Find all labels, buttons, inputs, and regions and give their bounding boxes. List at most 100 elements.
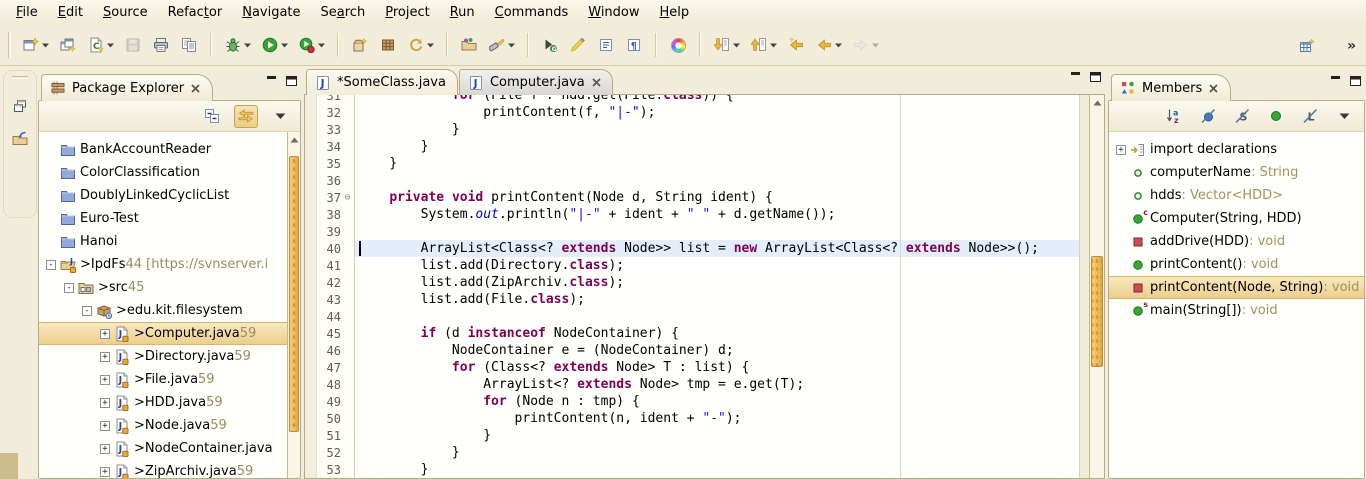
dropdown-arrow-icon[interactable] <box>244 43 251 48</box>
expand-icon[interactable]: + <box>100 375 110 385</box>
expander[interactable]: + <box>97 352 113 362</box>
code-line[interactable]: } <box>355 121 1079 138</box>
open-resource-button[interactable] <box>457 34 481 57</box>
dropdown-arrow-icon[interactable] <box>318 43 325 48</box>
members-hide-local-button[interactable]: L <box>1298 105 1322 128</box>
dropdown-arrow-icon[interactable] <box>770 43 777 48</box>
tree-item[interactable]: +J> Node.java 59 <box>39 414 287 437</box>
next-annotation-button[interactable] <box>710 34 743 57</box>
expander[interactable]: + <box>97 467 113 477</box>
expander[interactable]: - <box>61 283 77 293</box>
members-view-menu-button[interactable] <box>1332 105 1356 128</box>
code-line[interactable]: printContent(n, ident + "-"); <box>355 410 1079 427</box>
menu-source[interactable]: Source <box>93 2 158 23</box>
expand-icon[interactable]: + <box>100 467 110 477</box>
expander[interactable]: + <box>97 444 113 454</box>
code-line[interactable] <box>355 172 1079 189</box>
expander[interactable]: + <box>97 398 113 408</box>
members-show-nonpublic-button[interactable] <box>1264 105 1288 128</box>
expand-icon[interactable]: + <box>100 444 110 454</box>
menu-navigate[interactable]: Navigate <box>232 2 310 23</box>
editor-tab[interactable]: JComputer.java <box>459 69 613 95</box>
expander[interactable]: - <box>79 306 95 316</box>
code-line[interactable]: printContent(f, "|-"); <box>355 104 1079 121</box>
minimize-icon[interactable] <box>267 76 277 86</box>
member-item[interactable]: +import declarations <box>1109 138 1364 161</box>
dropdown-arrow-icon[interactable] <box>872 43 879 48</box>
tree-item[interactable]: ColorClassification <box>39 161 287 184</box>
package-explorer-scrollbar[interactable] <box>287 132 300 478</box>
dropdown-arrow-icon[interactable] <box>508 43 515 48</box>
scrollbar-thumb[interactable] <box>289 156 299 432</box>
expand-icon[interactable]: + <box>100 398 110 408</box>
restore-panes-button[interactable] <box>9 95 31 116</box>
new-table-button[interactable] <box>1295 34 1319 57</box>
build-button[interactable] <box>177 34 201 57</box>
code-line[interactable]: } <box>355 427 1079 444</box>
code-line[interactable]: NodeContainer e = (NodeContainer) d; <box>355 342 1079 359</box>
menu-help[interactable]: Help <box>650 2 700 23</box>
expander[interactable]: + <box>97 375 113 385</box>
tree-item[interactable]: DoublyLinkedCyclicList <box>39 184 287 207</box>
menu-commands[interactable]: Commands <box>485 2 579 23</box>
maximize-icon[interactable] <box>1090 72 1101 82</box>
code-line[interactable]: } <box>355 444 1079 461</box>
new-java-project-button[interactable] <box>56 34 80 57</box>
show-whitespace-button[interactable]: ¶ <box>622 34 646 57</box>
code-area[interactable]: for (File f : hdd.get(File.class)) { pri… <box>355 95 1079 478</box>
member-item[interactable]: addDrive(HDD) : void <box>1109 230 1364 253</box>
pe-collapse-all-button[interactable] <box>200 105 224 128</box>
expand-icon[interactable]: + <box>1116 145 1126 155</box>
scrollbar-thumb[interactable] <box>1091 256 1103 367</box>
debug-button[interactable] <box>221 34 254 57</box>
back-button[interactable] <box>812 34 845 57</box>
menu-search[interactable]: Search <box>311 2 376 23</box>
code-line[interactable]: for (Class<? extends Node> T : list) { <box>355 359 1079 376</box>
expand-icon[interactable]: + <box>100 352 110 362</box>
close-icon[interactable] <box>191 84 200 93</box>
tree-item[interactable]: +J> Directory.java 59 <box>39 345 287 368</box>
toolbar-drag-handle[interactable] <box>8 32 11 58</box>
tree-item[interactable]: +J> NodeContainer.java <box>39 437 287 460</box>
pe-view-menu-button[interactable] <box>268 105 292 128</box>
collapse-icon[interactable]: - <box>64 283 74 293</box>
expander[interactable]: + <box>1113 145 1129 155</box>
tree-item[interactable]: +J> File.java 59 <box>39 368 287 391</box>
dropdown-arrow-icon[interactable] <box>835 43 842 48</box>
expand-icon[interactable]: + <box>100 329 110 339</box>
pe-link-editor-button[interactable] <box>234 105 258 128</box>
member-item[interactable]: hdds : Vector<HDD> <box>1109 184 1364 207</box>
dropdown-arrow-icon[interactable] <box>42 43 49 48</box>
toolbar-overflow-chevron[interactable]: » <box>1347 38 1356 54</box>
expander[interactable]: + <box>97 421 113 431</box>
code-line[interactable]: } <box>355 138 1079 155</box>
code-line[interactable] <box>355 223 1079 240</box>
show-source-button[interactable] <box>594 34 618 57</box>
fold-marker-icon[interactable]: ⊖ <box>341 192 354 203</box>
member-item[interactable]: printContent() : void <box>1109 253 1364 276</box>
code-line[interactable]: for (File f : hdd.get(File.class)) { <box>355 95 1079 104</box>
dropdown-arrow-icon[interactable] <box>733 43 740 48</box>
code-line[interactable]: list.add(Directory.class); <box>355 257 1079 274</box>
color-palette-button[interactable] <box>666 34 690 57</box>
new-junit-test-button[interactable] <box>376 34 400 57</box>
members-tab[interactable]: Members <box>1111 74 1231 101</box>
code-line[interactable]: for (Node n : tmp) { <box>355 393 1079 410</box>
editor-scrollbar[interactable] <box>1089 95 1104 478</box>
code-line[interactable]: } <box>355 155 1079 172</box>
expand-icon[interactable]: + <box>100 421 110 431</box>
minimize-icon[interactable] <box>1071 72 1081 82</box>
menu-file[interactable]: File <box>6 2 48 23</box>
tree-item[interactable]: Hanoi <box>39 230 287 253</box>
members-sort-button[interactable]: az <box>1162 105 1186 128</box>
open-type-button[interactable]: G <box>538 34 562 57</box>
tree-item[interactable]: Euro-Test <box>39 207 287 230</box>
editor-tab[interactable]: J*SomeClass.java <box>306 69 458 95</box>
minimize-icon[interactable] <box>1331 76 1341 86</box>
tree-item[interactable]: -J> IpdFs 44 [https://svnserver.i <box>39 253 287 276</box>
java-perspective-button[interactable] <box>9 128 31 149</box>
menu-window[interactable]: Window <box>578 2 649 23</box>
code-line[interactable]: ArrayList<? extends Node> tmp = e.get(T)… <box>355 376 1079 393</box>
code-line[interactable]: private void printContent(Node d, String… <box>355 189 1079 206</box>
tree-item[interactable]: BankAccountReader <box>39 138 287 161</box>
